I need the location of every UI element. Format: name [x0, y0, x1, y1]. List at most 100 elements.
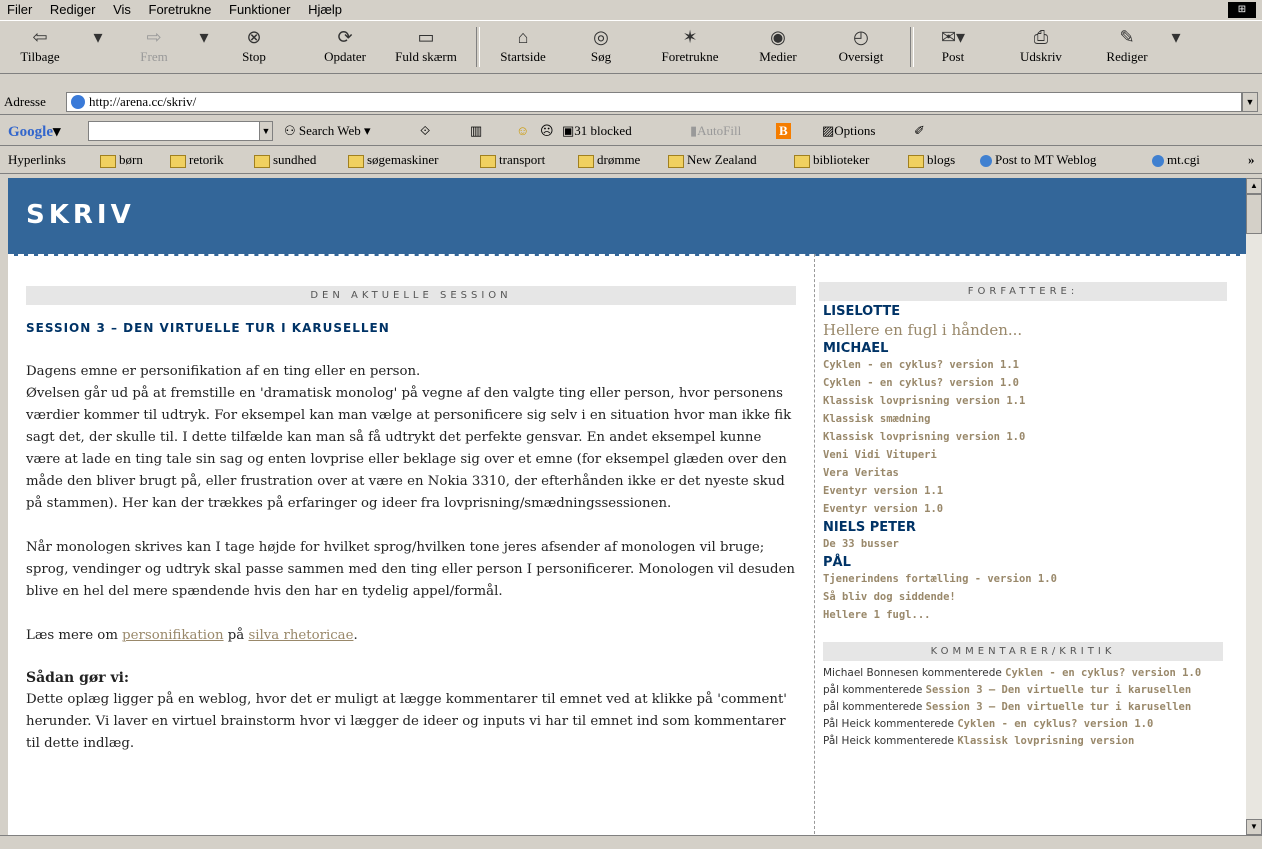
mail-label: Post — [941, 49, 965, 64]
home-button[interactable]: ⌂ Startside — [488, 25, 558, 69]
back-button[interactable]: ⇦ Tilbage — [10, 25, 70, 69]
media-button[interactable]: ◉ Medier — [748, 25, 808, 69]
featured-post[interactable]: Hellere en fugl i hånden... — [823, 321, 1219, 339]
refresh-label: Opdater — [324, 49, 366, 64]
author-pal[interactable]: PÅL — [823, 555, 1219, 570]
edit-button[interactable]: ✎ Rediger — [1094, 25, 1160, 69]
author-michael[interactable]: MICHAEL — [823, 341, 1219, 356]
author-liselotte[interactable]: LISELOTTE — [823, 304, 1219, 319]
scroll-down-icon[interactable]: ▼ — [1246, 819, 1262, 835]
back-dropdown[interactable]: ▾ — [90, 25, 106, 69]
print-label: Udskriv — [1020, 49, 1062, 64]
menu-edit[interactable]: Rediger — [43, 0, 103, 17]
fullscreen-button[interactable]: ▭ Fuld skærm — [386, 25, 466, 69]
comments-list: Michael Bonnesen kommenterede Cyklen - e… — [823, 665, 1219, 750]
search-web-button[interactable]: ⚇ Search Web ▾ — [284, 123, 371, 139]
vertical-scrollbar[interactable]: ▲ ▼ — [1246, 178, 1262, 835]
post-link[interactable]: Klassisk lovprisning version 1.0 — [823, 428, 1219, 446]
frown-icon[interactable]: ☹ — [540, 123, 554, 139]
post-link[interactable]: Veni Vidi Vituperi — [823, 446, 1219, 464]
web-page: SKRIV DEN AKTUELLE SESSION SESSION 3 – D… — [8, 178, 1246, 835]
ie-page-icon — [71, 95, 85, 109]
link-folder-drømme[interactable]: drømme — [578, 152, 640, 168]
autofill-button[interactable]: ▮AutoFill — [690, 123, 741, 139]
link-folder-biblioteker[interactable]: biblioteker — [794, 152, 869, 168]
google-logo-text: Google — [8, 124, 53, 140]
address-input[interactable]: http://arena.cc/skriv/ — [66, 92, 1242, 112]
link-mt-cgi[interactable]: mt.cgi — [1152, 152, 1200, 168]
home-label: Startside — [500, 49, 546, 64]
post-link[interactable]: Så bliv dog siddende! — [823, 588, 1219, 606]
highlighter-icon[interactable]: ✐ — [914, 123, 925, 139]
personifikation-link[interactable]: personifikation — [122, 628, 223, 643]
edit-label: Rediger — [1106, 49, 1148, 64]
refresh-button[interactable]: ⟳ Opdater — [310, 25, 380, 69]
silva-rhetoricae-link[interactable]: silva rhetoricae — [248, 628, 353, 643]
author-niels-peter[interactable]: NIELS PETER — [823, 520, 1219, 535]
links-overflow-icon[interactable]: » — [1248, 152, 1255, 168]
comment-link[interactable]: Session 3 – Den virtuelle tur i karusell… — [926, 684, 1192, 696]
blogger-icon[interactable]: B — [776, 123, 791, 139]
post-link[interactable]: Vera Veritas — [823, 464, 1219, 482]
popup-blocker-button[interactable]: ▣31 blocked — [562, 123, 632, 139]
post-link[interactable]: Eventyr version 1.0 — [823, 500, 1219, 518]
session-title[interactable]: SESSION 3 – DEN VIRTUELLE TUR I KARUSELL… — [26, 321, 796, 335]
google-search-input[interactable] — [88, 121, 260, 141]
link-folder-new-zealand[interactable]: New Zealand — [668, 152, 757, 168]
pagerank-icon[interactable]: ▥ — [470, 123, 482, 139]
favorites-button[interactable]: ✶ Foretrukne — [650, 25, 730, 69]
post-link[interactable]: Cyklen - en cyklus? version 1.1 — [823, 356, 1219, 374]
scroll-thumb[interactable] — [1246, 194, 1262, 234]
forward-button[interactable]: ⇨ Frem — [124, 25, 184, 69]
menu-file[interactable]: Filer — [0, 0, 39, 17]
link-folder-sogemaskiner[interactable]: søgemaskiner — [348, 152, 438, 168]
post-link[interactable]: Eventyr version 1.1 — [823, 482, 1219, 500]
menu-tools[interactable]: Funktioner — [222, 0, 297, 17]
stop-button[interactable]: ⊗ Stop — [226, 25, 282, 69]
post-link[interactable]: De 33 busser — [823, 535, 1219, 553]
folder-icon — [578, 154, 594, 168]
edit-dropdown[interactable]: ▾ — [1168, 25, 1184, 69]
mail-button[interactable]: ✉▾ Post — [926, 25, 980, 69]
google-search-dropdown[interactable]: ▼ — [259, 121, 273, 141]
status-bar — [0, 835, 1262, 849]
link-folder-sundhed[interactable]: sundhed — [254, 152, 316, 168]
search-site-icon[interactable]: ⟐ — [420, 123, 430, 139]
post-link[interactable]: Klassisk smædning — [823, 410, 1219, 428]
menu-help[interactable]: Hjælp — [301, 0, 349, 17]
post-link[interactable]: Tjenerindens fortælling - version 1.0 — [823, 570, 1219, 588]
authors-list: LISELOTTE Hellere en fugl i hånden... MI… — [823, 302, 1223, 750]
search-button[interactable]: ◎ Søg — [576, 25, 626, 69]
link-folder-transport[interactable]: transport — [480, 152, 545, 168]
menu-view[interactable]: Vis — [106, 0, 138, 17]
address-dropdown[interactable]: ▼ — [1242, 92, 1258, 112]
folder-icon — [170, 154, 186, 168]
link-label: blogs — [927, 152, 956, 167]
comment-link[interactable]: Klassisk lovprisning version — [957, 735, 1134, 747]
link-folder-blogs[interactable]: blogs — [908, 152, 955, 168]
post-link[interactable]: Klassisk lovprisning version 1.1 — [823, 392, 1219, 410]
smiley-icon[interactable]: ☺ — [516, 123, 529, 139]
google-logo[interactable]: Google▾ — [8, 122, 61, 141]
para-exercise: Øvelsen går ud på at fremstille en 'dram… — [26, 386, 792, 511]
history-button[interactable]: ◴ Oversigt — [826, 25, 896, 69]
folder-icon — [668, 154, 684, 168]
link-post-to-mt[interactable]: Post to MT Weblog — [980, 152, 1096, 168]
scroll-up-icon[interactable]: ▲ — [1246, 178, 1262, 194]
comment-link[interactable]: Cyklen - en cyklus? version 1.0 — [1005, 667, 1201, 679]
post-link[interactable]: Cyklen - en cyklus? version 1.0 — [823, 374, 1219, 392]
options-button[interactable]: ▨Options — [822, 123, 875, 139]
link-folder-retorik[interactable]: retorik — [170, 152, 224, 168]
comment-link[interactable]: Cyklen - en cyklus? version 1.0 — [957, 718, 1153, 730]
standard-toolbar: ⇦ Tilbage ▾ ⇨ Frem ▾ ⊗ Stop ⟳ Opdater ▭ … — [0, 20, 1262, 74]
read-more: Læs mere om personifikation på silva rhe… — [26, 625, 796, 647]
comment-author: Michael Bonnesen kommenterede — [823, 667, 1006, 679]
link-label: transport — [499, 152, 546, 167]
link-folder-born[interactable]: børn — [100, 152, 143, 168]
link-label: mt.cgi — [1167, 152, 1200, 167]
print-button[interactable]: ⎙ Udskriv — [1008, 25, 1074, 69]
menu-favorites[interactable]: Foretrukne — [142, 0, 219, 17]
comment-link[interactable]: Session 3 – Den virtuelle tur i karusell… — [926, 701, 1192, 713]
forward-dropdown[interactable]: ▾ — [196, 25, 212, 69]
post-link[interactable]: Hellere 1 fugl... — [823, 606, 1219, 624]
